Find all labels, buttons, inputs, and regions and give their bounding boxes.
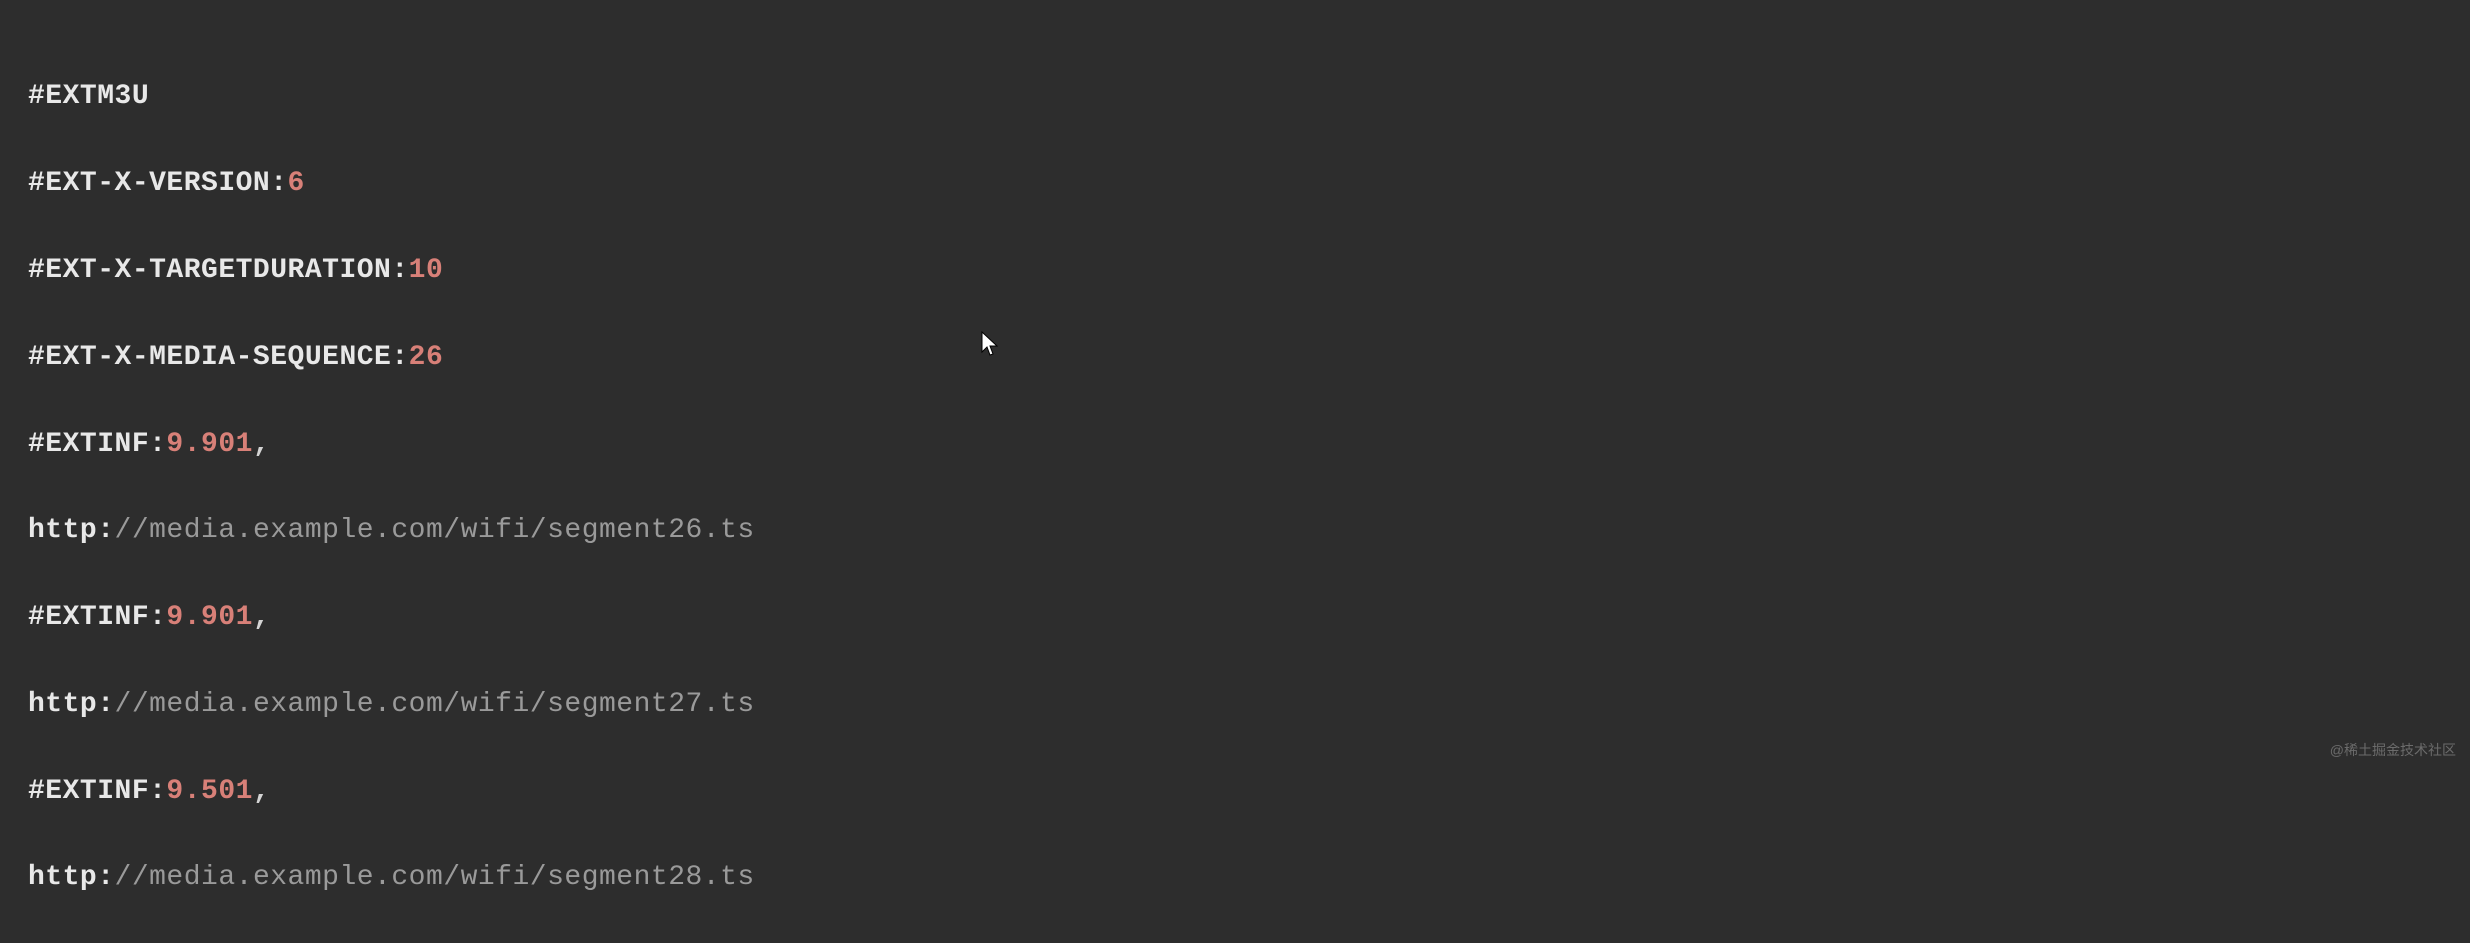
code-line: http://media.example.com/wifi/segment27.… bbox=[28, 683, 2442, 726]
tag-version: #EXT-X-VERSION: bbox=[28, 168, 288, 199]
comma: , bbox=[253, 429, 270, 460]
url-scheme: http: bbox=[28, 689, 115, 720]
value-duration: 9.901 bbox=[166, 429, 253, 460]
tag-extinf: #EXTINF: bbox=[28, 776, 166, 807]
tag-extinf: #EXTINF: bbox=[28, 429, 166, 460]
url-scheme: http: bbox=[28, 862, 115, 893]
code-line: http://media.example.com/wifi/segment26.… bbox=[28, 509, 2442, 552]
code-line: #EXT-X-TARGETDURATION:10 bbox=[28, 249, 2442, 292]
m3u8-code-block: #EXTM3U #EXT-X-VERSION:6 #EXT-X-TARGETDU… bbox=[28, 32, 2442, 943]
url-scheme: http: bbox=[28, 515, 115, 546]
tag-targetduration: #EXT-X-TARGETDURATION: bbox=[28, 255, 409, 286]
tag-media-sequence: #EXT-X-MEDIA-SEQUENCE: bbox=[28, 342, 409, 373]
code-line: #EXT-X-VERSION:6 bbox=[28, 162, 2442, 205]
code-line: #EXTINF:9.501, bbox=[28, 770, 2442, 813]
comma: , bbox=[253, 602, 270, 633]
url-path: //media.example.com/wifi/segment27.ts bbox=[115, 689, 755, 720]
tag-extinf: #EXTINF: bbox=[28, 602, 166, 633]
code-line: #EXT-X-MEDIA-SEQUENCE:26 bbox=[28, 336, 2442, 379]
value-version: 6 bbox=[288, 168, 305, 199]
value-duration: 9.501 bbox=[166, 776, 253, 807]
watermark-text: @稀土掘金技术社区 bbox=[2330, 740, 2456, 762]
comma: , bbox=[253, 776, 270, 807]
code-line: #EXTINF:9.901, bbox=[28, 596, 2442, 639]
url-path: //media.example.com/wifi/segment28.ts bbox=[115, 862, 755, 893]
value-duration: 9.901 bbox=[166, 602, 253, 633]
value-targetduration: 10 bbox=[409, 255, 444, 286]
code-line: http://media.example.com/wifi/segment28.… bbox=[28, 856, 2442, 899]
value-media-sequence: 26 bbox=[409, 342, 444, 373]
code-line: #EXTINF:9.901, bbox=[28, 423, 2442, 466]
code-line: #EXTM3U bbox=[28, 75, 2442, 118]
tag-extm3u: #EXTM3U bbox=[28, 81, 149, 112]
url-path: //media.example.com/wifi/segment26.ts bbox=[115, 515, 755, 546]
